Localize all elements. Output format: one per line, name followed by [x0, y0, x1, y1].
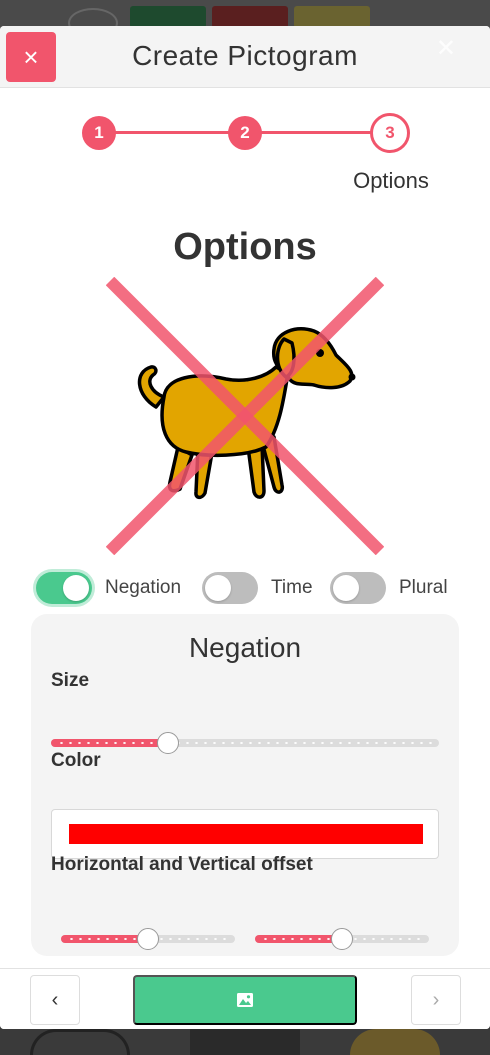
time-toggle[interactable]	[202, 572, 258, 604]
dog-pictogram-icon	[105, 276, 385, 556]
image-icon	[237, 993, 253, 1007]
step-2[interactable]: 2	[228, 116, 262, 150]
step-1[interactable]: 1	[82, 116, 116, 150]
color-swatch	[69, 824, 423, 844]
pictogram-preview	[105, 276, 385, 556]
slider-thumb[interactable]	[331, 928, 353, 950]
step-connector	[114, 131, 230, 134]
negation-toggle[interactable]	[36, 572, 92, 604]
close-icon: ✕	[435, 35, 456, 62]
offset-label: Horizontal and Vertical offset	[51, 854, 313, 875]
color-picker[interactable]	[51, 809, 439, 859]
backdrop-shape	[30, 1029, 130, 1055]
toggle-knob	[333, 575, 359, 601]
section-title: Options	[173, 226, 317, 268]
vertical-offset-slider[interactable]	[255, 928, 429, 950]
close-button[interactable]: ×	[6, 32, 56, 82]
chevron-right-icon: ›	[432, 988, 440, 1011]
slider-ticks	[57, 742, 433, 744]
chevron-left-icon: ‹	[51, 988, 59, 1011]
create-pictogram-modal: × Create Pictogram ✕ 1 2 3 Options Optio…	[0, 26, 490, 1029]
previous-button[interactable]: ‹	[30, 975, 80, 1025]
slider-thumb[interactable]	[157, 732, 179, 754]
negation-toggle-label: Negation	[105, 577, 182, 598]
backdrop-tile	[130, 6, 206, 28]
close-icon: ×	[23, 42, 39, 72]
step-3[interactable]: 3	[370, 113, 410, 153]
panel-title: Negation	[188, 632, 302, 663]
color-label: Color	[51, 750, 101, 771]
step-connector	[260, 131, 374, 134]
backdrop-tile	[212, 6, 288, 28]
toggle-knob	[205, 575, 231, 601]
plural-toggle[interactable]	[330, 572, 386, 604]
option-toggles: Negation Time Plural	[0, 572, 490, 604]
modal-footer: ‹ ›	[0, 968, 490, 1029]
create-image-button[interactable]	[133, 975, 357, 1025]
stepper: 1 2 3 Options	[0, 113, 490, 214]
negation-options-panel: Negation Size Color Horizontal and Verti…	[31, 614, 459, 956]
modal-header: × Create Pictogram ✕	[0, 26, 490, 88]
backdrop-shape	[350, 1029, 440, 1055]
toggle-knob	[63, 575, 89, 601]
time-toggle-label: Time	[271, 577, 313, 598]
slider-thumb[interactable]	[137, 928, 159, 950]
size-slider[interactable]	[51, 732, 439, 754]
backdrop-shape	[190, 1029, 300, 1055]
plural-toggle-label: Plural	[399, 577, 448, 598]
horizontal-offset-slider[interactable]	[61, 928, 235, 950]
next-button[interactable]: ›	[411, 975, 461, 1025]
backdrop-tile	[294, 6, 370, 28]
current-step-label: Options	[353, 168, 429, 193]
size-label: Size	[51, 670, 90, 691]
modal-title: Create Pictogram	[132, 40, 358, 71]
